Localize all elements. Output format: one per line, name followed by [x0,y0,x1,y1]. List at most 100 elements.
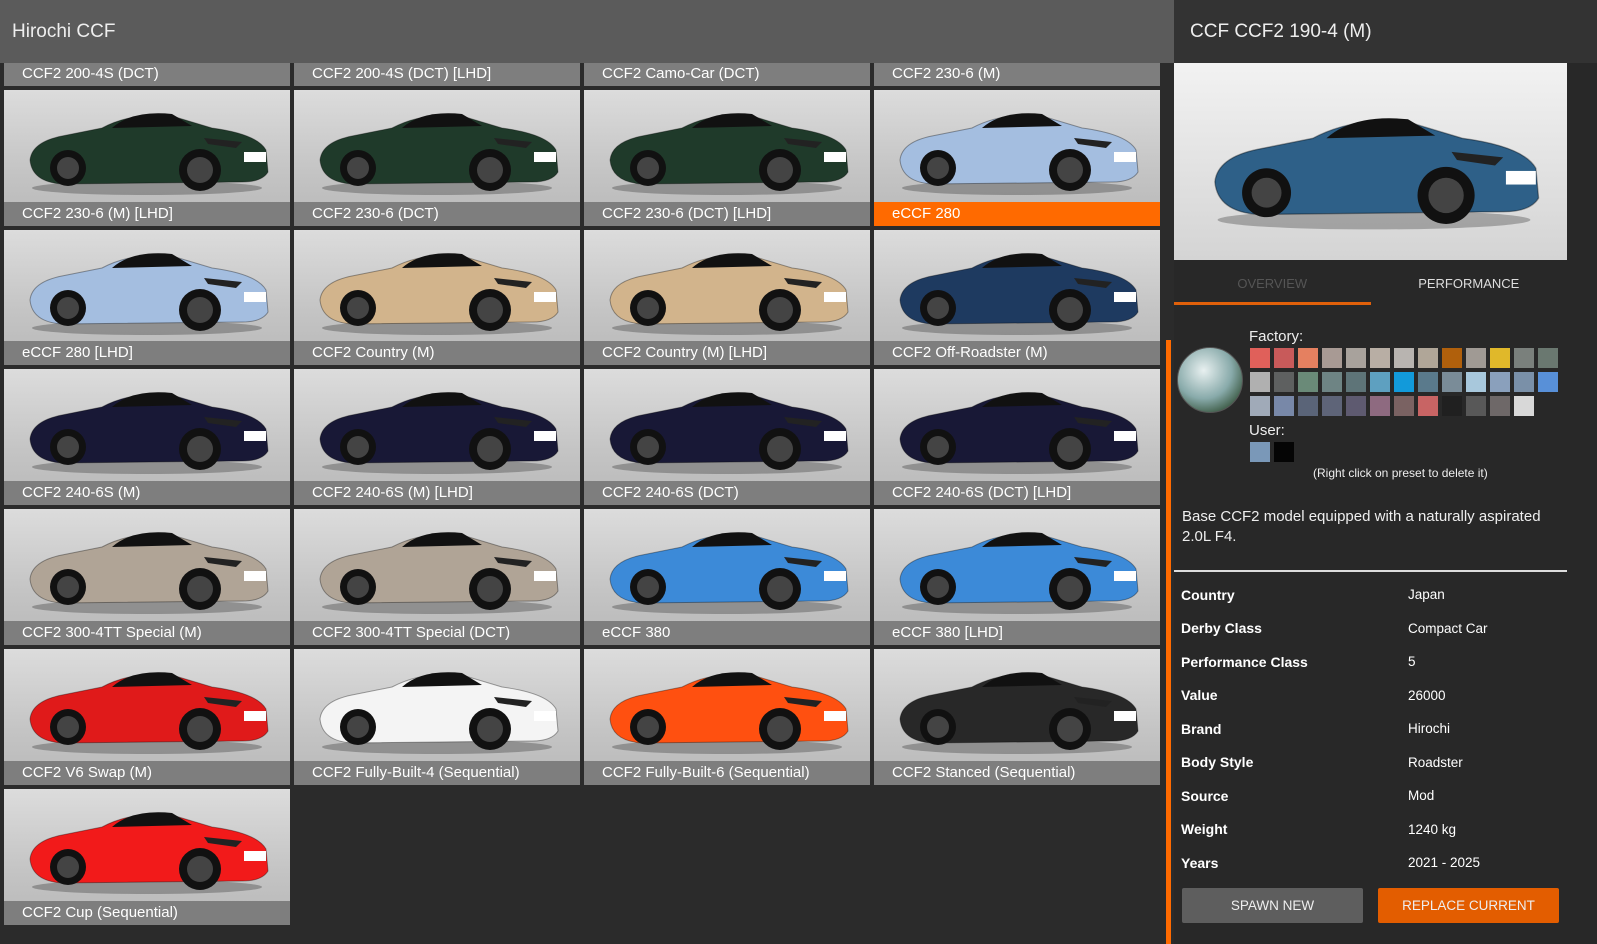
color-swatch[interactable] [1514,372,1534,392]
environment-preview-icon[interactable] [1177,347,1243,413]
vehicle-label: CCF2 200-4S (DCT) [LHD] [294,63,580,86]
vehicle-grid[interactable]: CCF2 200-4S (DCT) CCF2 200-4S (DCT) [LHD]… [0,63,1164,944]
vehicle-tile[interactable]: CCF2 Fully-Built-4 (Sequential) [294,648,580,785]
car-icon [319,252,559,335]
vehicle-tile[interactable]: eCCF 380 [LHD] [874,509,1160,645]
color-swatch[interactable] [1346,396,1366,416]
color-swatch[interactable] [1442,348,1462,368]
color-swatch[interactable] [1250,396,1270,416]
vehicle-tile[interactable]: CCF2 200-4S (DCT) [4,63,290,86]
color-swatch[interactable] [1394,396,1414,416]
vehicle-tile[interactable]: CCF2 Country (M) [LHD] [584,229,870,366]
vehicle-tile[interactable]: CCF2 300-4TT Special (DCT) [294,509,580,645]
brand-header: Hirochi CCF [0,0,1174,63]
color-swatch[interactable] [1442,396,1462,416]
color-swatch[interactable] [1274,348,1294,368]
property-value: Hirochi [1408,721,1451,737]
color-swatch[interactable] [1298,396,1318,416]
vehicle-tile[interactable]: CCF2 Cup (Sequential) [4,788,290,925]
color-swatch[interactable] [1394,348,1414,368]
color-swatch[interactable] [1298,348,1318,368]
tab-performance[interactable]: PERFORMANCE [1371,260,1568,305]
vehicle-tile[interactable]: CCF2 Camo-Car (DCT) [584,63,870,86]
color-swatch[interactable] [1394,372,1414,392]
vehicle-label: eCCF 380 [584,620,870,645]
color-swatch[interactable] [1538,372,1558,392]
vehicle-label: CCF2 Camo-Car (DCT) [584,63,870,86]
color-swatch[interactable] [1322,348,1342,368]
color-swatch[interactable] [1514,396,1534,416]
color-swatch[interactable] [1322,372,1342,392]
property-value: 26000 [1408,687,1446,703]
color-swatch[interactable] [1250,348,1270,368]
replace-current-button[interactable]: REPLACE CURRENT [1378,888,1559,923]
user-swatches-row [1250,442,1294,462]
vehicle-tile[interactable]: eCCF 380 [584,509,870,645]
color-swatch[interactable] [1490,396,1510,416]
color-swatch[interactable] [1274,396,1294,416]
color-swatch[interactable] [1442,372,1462,392]
vehicle-tile[interactable]: CCF2 V6 Swap (M) [4,648,290,785]
color-swatch[interactable] [1490,372,1510,392]
color-swatch[interactable] [1274,372,1294,392]
tab-overview[interactable]: OVERVIEW [1174,260,1371,305]
property-value: 1240 kg [1408,821,1457,837]
vehicle-tile[interactable]: CCF2 Fully-Built-6 (Sequential) [584,648,870,785]
color-swatch[interactable] [1370,396,1390,416]
vehicle-tile[interactable]: CCF2 200-4S (DCT) [LHD] [294,63,580,86]
color-swatch[interactable] [1514,348,1534,368]
vehicle-tile[interactable]: CCF2 240-6S (DCT) [584,369,870,506]
color-swatch[interactable] [1322,396,1342,416]
color-swatch[interactable] [1538,348,1558,368]
vehicle-tile[interactable]: CCF2 230-6 (DCT) [LHD] [584,89,870,226]
color-swatch[interactable] [1418,348,1438,368]
property-row: Performance Class 5 [1181,645,1567,679]
color-swatch[interactable] [1466,396,1486,416]
color-swatch[interactable] [1370,348,1390,368]
vehicle-tile[interactable]: CCF2 240-6S (M) [4,369,290,506]
vehicle-label: CCF2 Stanced (Sequential) [874,760,1160,785]
vehicle-tile[interactable]: CCF2 Stanced (Sequential) [874,648,1160,785]
vehicle-tile[interactable]: CCF2 300-4TT Special (M) [4,509,290,645]
property-key: Body Style [1181,754,1254,771]
user-color-swatch[interactable] [1250,442,1270,462]
color-swatch[interactable] [1250,372,1270,392]
color-swatch[interactable] [1466,372,1486,392]
vehicle-tile[interactable]: CCF2 Country (M) [294,229,580,366]
vehicle-label: CCF2 300-4TT Special (DCT) [294,620,580,645]
user-color-swatch[interactable] [1274,442,1294,462]
vehicle-tile[interactable]: CCF2 230-6 (M) [LHD] [4,89,290,226]
vehicle-tile[interactable]: CCF2 Off-Roadster (M) [874,229,1160,366]
property-row: Weight 1240 kg [1181,813,1567,847]
property-row: Years 2021 - 2025 [1181,846,1567,880]
property-value: 2021 - 2025 [1408,855,1481,871]
vehicle-label: CCF2 Country (M) [294,341,580,366]
vehicle-label: CCF2 Fully-Built-6 (Sequential) [584,760,870,785]
property-key: Weight [1181,821,1228,838]
vehicle-label: eCCF 280 [LHD] [4,341,290,366]
property-key: Performance Class [1181,653,1308,670]
color-swatch[interactable] [1298,372,1318,392]
car-icon [319,113,559,195]
color-swatch[interactable] [1490,348,1510,368]
vehicle-tile[interactable]: CCF2 230-6 (M) [874,63,1160,86]
vehicle-tile[interactable]: eCCF 280 [LHD] [4,229,290,366]
vehicle-tile[interactable]: CCF2 240-6S (DCT) [LHD] [874,369,1160,506]
vehicle-tile[interactable]: eCCF 280 [874,89,1160,226]
spawn-new-button[interactable]: SPAWN NEW [1182,888,1363,923]
vehicle-tile[interactable]: CCF2 230-6 (DCT) [294,89,580,226]
scrollbar[interactable] [1166,340,1171,944]
car-icon [899,672,1139,754]
color-swatch[interactable] [1370,372,1390,392]
car-icon [29,532,269,615]
vehicle-label: CCF2 V6 Swap (M) [4,760,290,785]
color-swatch[interactable] [1346,372,1366,392]
color-swatch[interactable] [1418,396,1438,416]
color-swatch[interactable] [1346,348,1366,368]
vehicle-tile[interactable]: CCF2 240-6S (M) [LHD] [294,369,580,506]
color-swatch[interactable] [1418,372,1438,392]
car-icon [29,392,269,475]
vehicle-label: CCF2 240-6S (DCT) [584,481,870,506]
property-value: 5 [1408,654,1416,670]
color-swatch[interactable] [1466,348,1486,368]
